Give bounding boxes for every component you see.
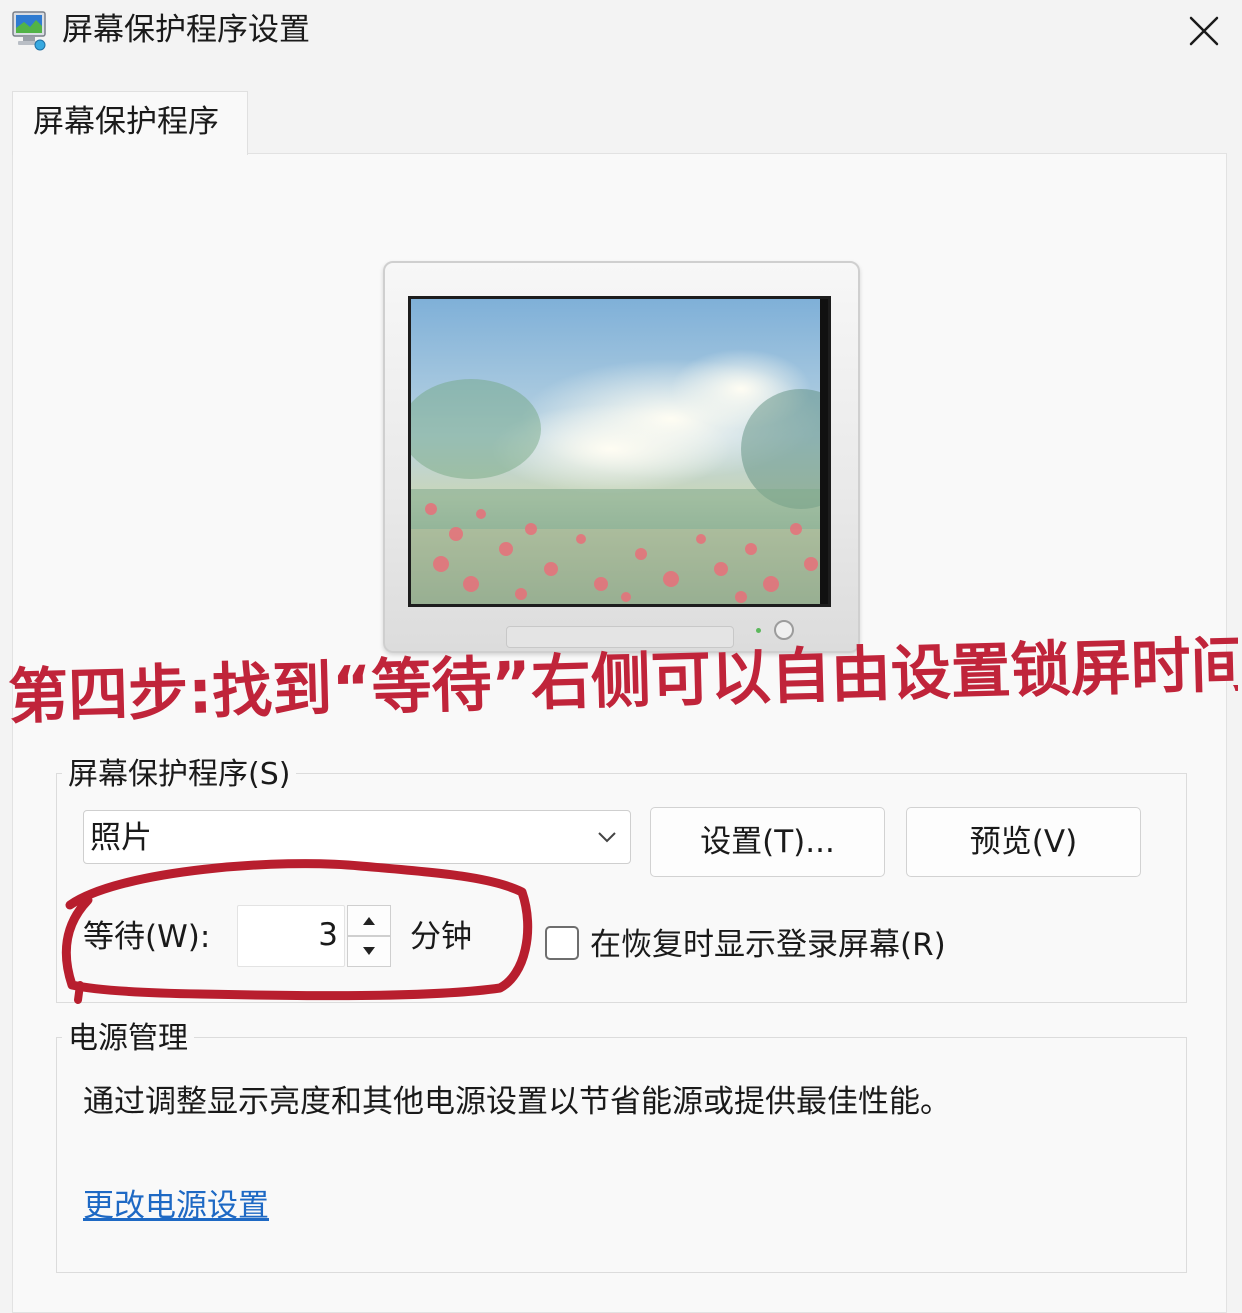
chevron-down-icon — [598, 832, 616, 843]
power-led — [756, 628, 761, 633]
power-group-label: 电源管理 — [62, 1020, 194, 1058]
close-button[interactable] — [1178, 8, 1230, 54]
spin-up-button[interactable] — [347, 905, 391, 936]
monitor-power-button — [774, 620, 794, 640]
screensaver-selected-value: 照片 — [90, 820, 152, 856]
minutes-label: 分钟 — [410, 919, 472, 955]
tab-screensaver[interactable]: 屏幕保护程序 — [12, 91, 248, 155]
window-title: 屏幕保护程序设置 — [62, 12, 310, 48]
preview-image — [411, 299, 828, 604]
power-group — [56, 1037, 1187, 1273]
change-power-settings-link[interactable]: 更改电源设置 — [83, 1185, 269, 1227]
screensaver-select[interactable]: 照片 — [83, 810, 631, 864]
wait-minutes-input[interactable]: 3 — [237, 905, 345, 967]
screensaver-group-label: 屏幕保护程序(S) — [62, 756, 297, 794]
spin-down-button[interactable] — [347, 936, 391, 967]
triangle-down-icon — [363, 947, 375, 955]
triangle-up-icon — [363, 917, 375, 925]
power-description: 通过调整显示亮度和其他电源设置以节省能源或提供最佳性能。 — [83, 1084, 951, 1120]
monitor-base — [506, 626, 734, 648]
preview-screen — [408, 296, 831, 607]
wait-minutes-value: 3 — [318, 917, 338, 953]
settings-button[interactable]: 设置(T)... — [650, 807, 885, 877]
screensaver-app-icon — [12, 11, 46, 51]
close-icon — [1189, 16, 1219, 46]
title-bar: 屏幕保护程序设置 — [0, 0, 1242, 66]
tab-label: 屏幕保护程序 — [33, 104, 219, 140]
resume-login-label[interactable]: 在恢复时显示登录屏幕(R) — [590, 924, 946, 966]
wait-label: 等待(W): — [83, 919, 211, 955]
resume-login-checkbox[interactable] — [545, 926, 579, 960]
preview-button[interactable]: 预览(V) — [906, 807, 1141, 877]
